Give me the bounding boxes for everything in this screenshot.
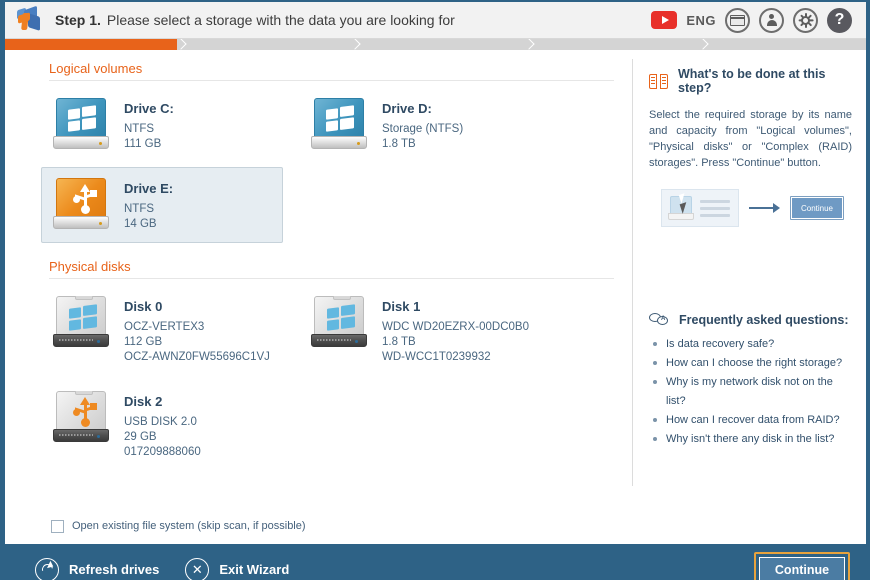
language-selector[interactable]: ENG [686,13,716,28]
storage-model: USB DISK 2.0 [124,416,197,428]
list-item[interactable]: How can I choose the right storage? [649,354,852,373]
faq-header: Frequently asked questions: [649,313,852,327]
faq-link: Is data recovery safe? [666,338,775,350]
open-existing-fs-label: Open existing file system (skip scan, if… [72,520,306,532]
faq-list: Is data recovery safe? How can I choose … [649,335,852,449]
arrow-right-icon [749,203,780,213]
chat-bubbles-icon [649,313,669,327]
footer-bar: Refresh drives ✕ Exit Wizard Continue [5,544,866,580]
illustration-list-lines [700,199,730,217]
storage-name: Drive C: [124,101,174,116]
options-row: Open existing file system (skip scan, if… [5,508,866,544]
app-logo-icon [15,5,43,34]
storage-capacity: 1.8 TB [382,336,416,348]
storage-card-drive-e[interactable]: Drive E: NTFS 14 GB [41,167,283,243]
faq-link: Why is my network disk not on the list? [666,376,833,407]
exit-wizard-button[interactable]: ✕ Exit Wizard [185,557,290,580]
faq-link: How can I recover data from RAID? [666,414,840,426]
storage-filesystem: NTFS [124,123,155,135]
progress-separator [177,39,188,50]
usb-disk-icon [52,391,110,443]
storage-capacity: 29 GB [124,431,157,443]
list-item[interactable]: How can I recover data from RAID? [649,411,852,430]
storage-card-disk-0[interactable]: Disk 0 OCZ-VERTEX3 112 GB OCZ-AWNZ0FW556… [41,285,283,376]
storage-model: WDC WD20EZRX-00DC0B0 [382,321,529,333]
help-header: What's to be done at this step? [649,67,852,95]
storage-filesystem: Storage (NTFS) [382,123,464,135]
faq-link: Why isn't there any disk in the list? [666,433,835,445]
header-actions: ENG ? [651,7,866,33]
step-progress-bar [5,39,866,50]
windows-disk-icon [310,296,368,348]
youtube-icon[interactable] [651,11,678,29]
windows-volume-icon [310,98,368,150]
help-icon[interactable]: ? [827,7,852,33]
section-header-logical-volumes: Logical volumes [49,61,143,76]
storage-serial: 017209888060 [124,446,201,458]
bullet-icon [653,380,657,384]
person-icon[interactable] [759,7,784,33]
storage-name: Disk 1 [382,299,421,314]
storage-name: Drive E: [124,181,174,196]
exit-wizard-label: Exit Wizard [219,562,290,577]
faq-link: How can I choose the right storage? [666,357,843,369]
refresh-drives-button[interactable]: Refresh drives [35,557,160,580]
header-bar: Step 1. Please select a storage with the… [5,2,866,39]
storage-capacity: 111 GB [124,138,162,150]
faq-title: Frequently asked questions: [679,313,849,327]
logical-volumes-grid: Drive C: NTFS 111 GB Drive D: Storage (N… [5,81,632,245]
storage-name: Disk 2 [124,394,163,409]
close-icon: ✕ [185,557,210,580]
gear-icon[interactable] [793,7,818,33]
progress-fill [5,39,178,50]
refresh-drives-label: Refresh drives [69,562,160,577]
usb-volume-icon [52,178,110,230]
storage-serial: WD-WCC1T0239932 [382,351,491,363]
windows-disk-icon [52,296,110,348]
list-item[interactable]: Why isn't there any disk in the list? [649,430,852,449]
storage-capacity: 1.8 TB [382,138,416,150]
step-number: Step 1. [55,12,101,28]
book-icon [649,73,668,89]
storage-filesystem: NTFS [124,203,155,215]
application-window: Step 1. Please select a storage with the… [0,0,870,580]
storage-serial: OCZ-AWNZ0FW55696C1VJ [124,351,270,363]
help-text: Select the required storage by its name … [649,109,852,169]
help-title: What's to be done at this step? [678,67,826,95]
open-existing-fs-checkbox[interactable] [51,519,64,533]
storage-card-disk-2[interactable]: Disk 2 USB DISK 2.0 29 GB 017209888060 [41,380,283,471]
storage-list-pane: Logical volumes Drive C: NTFS 111 GB Dri… [5,53,632,508]
storage-name: Disk 0 [124,299,163,314]
continue-button-focus-ring: Continue [754,551,850,580]
card-icon[interactable] [725,7,750,33]
progress-separator [525,39,536,50]
storage-capacity: 14 GB [124,218,157,230]
list-item[interactable]: Is data recovery safe? [649,335,852,354]
page-title: Step 1. Please select a storage with the… [55,12,455,28]
continue-button[interactable]: Continue [759,556,845,580]
progress-separator [699,39,710,50]
main-content: Logical volumes Drive C: NTFS 111 GB Dri… [5,53,866,508]
illustration-select-box [661,189,739,227]
progress-separator [351,39,362,50]
illustration-continue-button: Continue [790,196,844,220]
bullet-icon [653,361,657,365]
windows-volume-icon [52,98,110,150]
storage-card-drive-c[interactable]: Drive C: NTFS 111 GB [41,87,283,163]
storage-card-drive-d[interactable]: Drive D: Storage (NTFS) 1.8 TB [299,87,541,163]
bullet-icon [653,437,657,441]
list-item[interactable]: Why is my network disk not on the list? [649,373,852,411]
storage-name: Drive D: [382,101,432,116]
storage-capacity: 112 GB [124,336,163,348]
refresh-icon [35,557,59,580]
bullet-icon [653,342,657,346]
physical-disks-grid: Disk 0 OCZ-VERTEX3 112 GB OCZ-AWNZ0FW556… [5,279,632,473]
storage-model: OCZ-VERTEX3 [124,321,205,333]
bullet-icon [653,418,657,422]
help-pane: What's to be done at this step? Select t… [633,53,866,508]
section-header-physical-disks: Physical disks [49,259,131,274]
help-illustration: Continue [661,189,852,227]
storage-card-disk-1[interactable]: Disk 1 WDC WD20EZRX-00DC0B0 1.8 TB WD-WC… [299,285,541,376]
step-description: Please select a storage with the data yo… [106,12,455,28]
